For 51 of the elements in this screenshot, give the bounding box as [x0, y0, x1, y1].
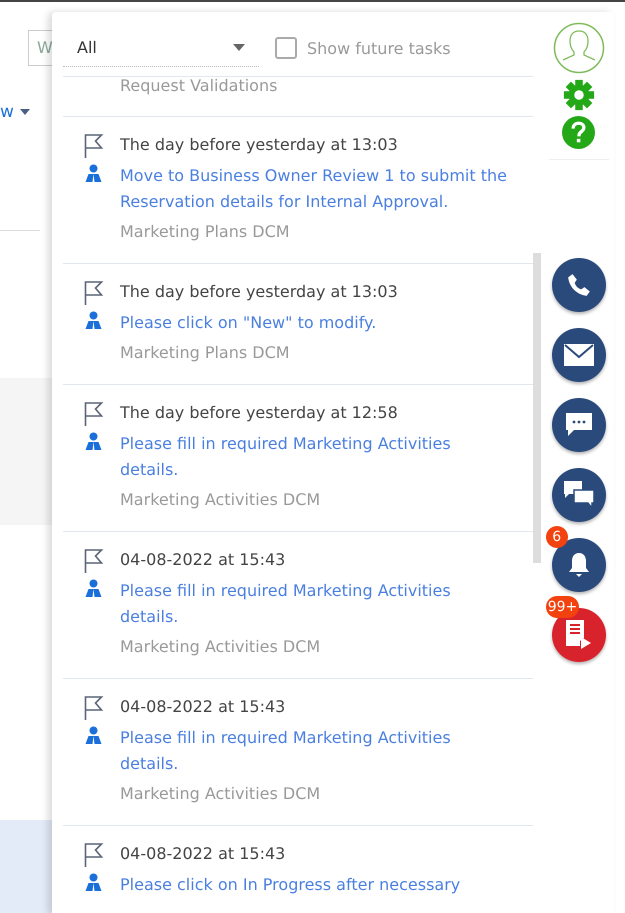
task-link[interactable]: Please click on "New" to modify.: [120, 310, 512, 336]
task-source: Marketing Activities DCM: [120, 783, 320, 805]
task-source: Request Validations: [120, 75, 278, 97]
help-icon[interactable]: [562, 116, 596, 149]
task-date: The day before yesterday at 12:58: [120, 402, 398, 424]
scrollbar[interactable]: [533, 253, 541, 563]
phone-icon: [566, 272, 592, 298]
task-link[interactable]: Please fill in required Marketing Activities details.: [120, 431, 512, 483]
count-badge: 6: [546, 526, 568, 548]
bell-icon: [566, 552, 591, 578]
task-source: Marketing Plans DCM: [120, 342, 290, 364]
person-icon: [83, 311, 104, 329]
task-source: Marketing Activities DCM: [120, 489, 320, 511]
task-date: 04-08-2022 at 15:43: [120, 549, 286, 571]
person-icon: [83, 579, 104, 597]
flag-icon: [83, 133, 104, 159]
chats-icon: [564, 481, 594, 509]
task-date: The day before yesterday at 13:03: [120, 134, 398, 156]
task-date: 04-08-2022 at 15:43: [120, 843, 286, 865]
task-link[interactable]: Please click on In Progress after necessary: [120, 872, 512, 898]
view-link[interactable]: w: [0, 102, 30, 122]
filter-dropdown[interactable]: All: [63, 30, 259, 66]
caret-icon: [233, 44, 245, 51]
document-play-icon: [566, 620, 592, 650]
task-date: The day before yesterday at 13:03: [120, 281, 398, 303]
person-icon: [83, 873, 104, 891]
flag-icon: [83, 401, 104, 427]
checkbox-label: Show future tasks: [307, 38, 451, 58]
person-icon: [83, 164, 104, 182]
settings-icon[interactable]: [562, 78, 596, 112]
caret-icon: [20, 109, 30, 115]
task-date: 04-08-2022 at 15:43: [120, 696, 286, 718]
checkbox[interactable]: [275, 37, 297, 59]
flag-icon: [83, 695, 104, 721]
task-link[interactable]: Please fill in required Marketing Activities details.: [120, 578, 512, 630]
flag-icon: [83, 842, 104, 868]
flag-icon: [83, 280, 104, 306]
flag-icon: [83, 548, 104, 574]
task-source: Marketing Plans DCM: [120, 221, 290, 243]
person-icon: [83, 726, 104, 744]
count-badge: 99+: [546, 596, 580, 618]
phone-button[interactable]: [552, 258, 606, 312]
chat-button[interactable]: [552, 398, 606, 452]
task-source: Marketing Activities DCM: [120, 636, 320, 658]
task-link[interactable]: Move to Business Owner Review 1 to submit the Reservation details for Internal Approval.: [120, 163, 512, 215]
person-icon: [83, 432, 104, 450]
task-link[interactable]: Please fill in required Marketing Activities details.: [120, 725, 512, 777]
mail-button[interactable]: [552, 328, 606, 382]
mail-icon: [564, 344, 594, 366]
chats-button[interactable]: [552, 468, 606, 522]
chat-icon: [566, 413, 592, 437]
